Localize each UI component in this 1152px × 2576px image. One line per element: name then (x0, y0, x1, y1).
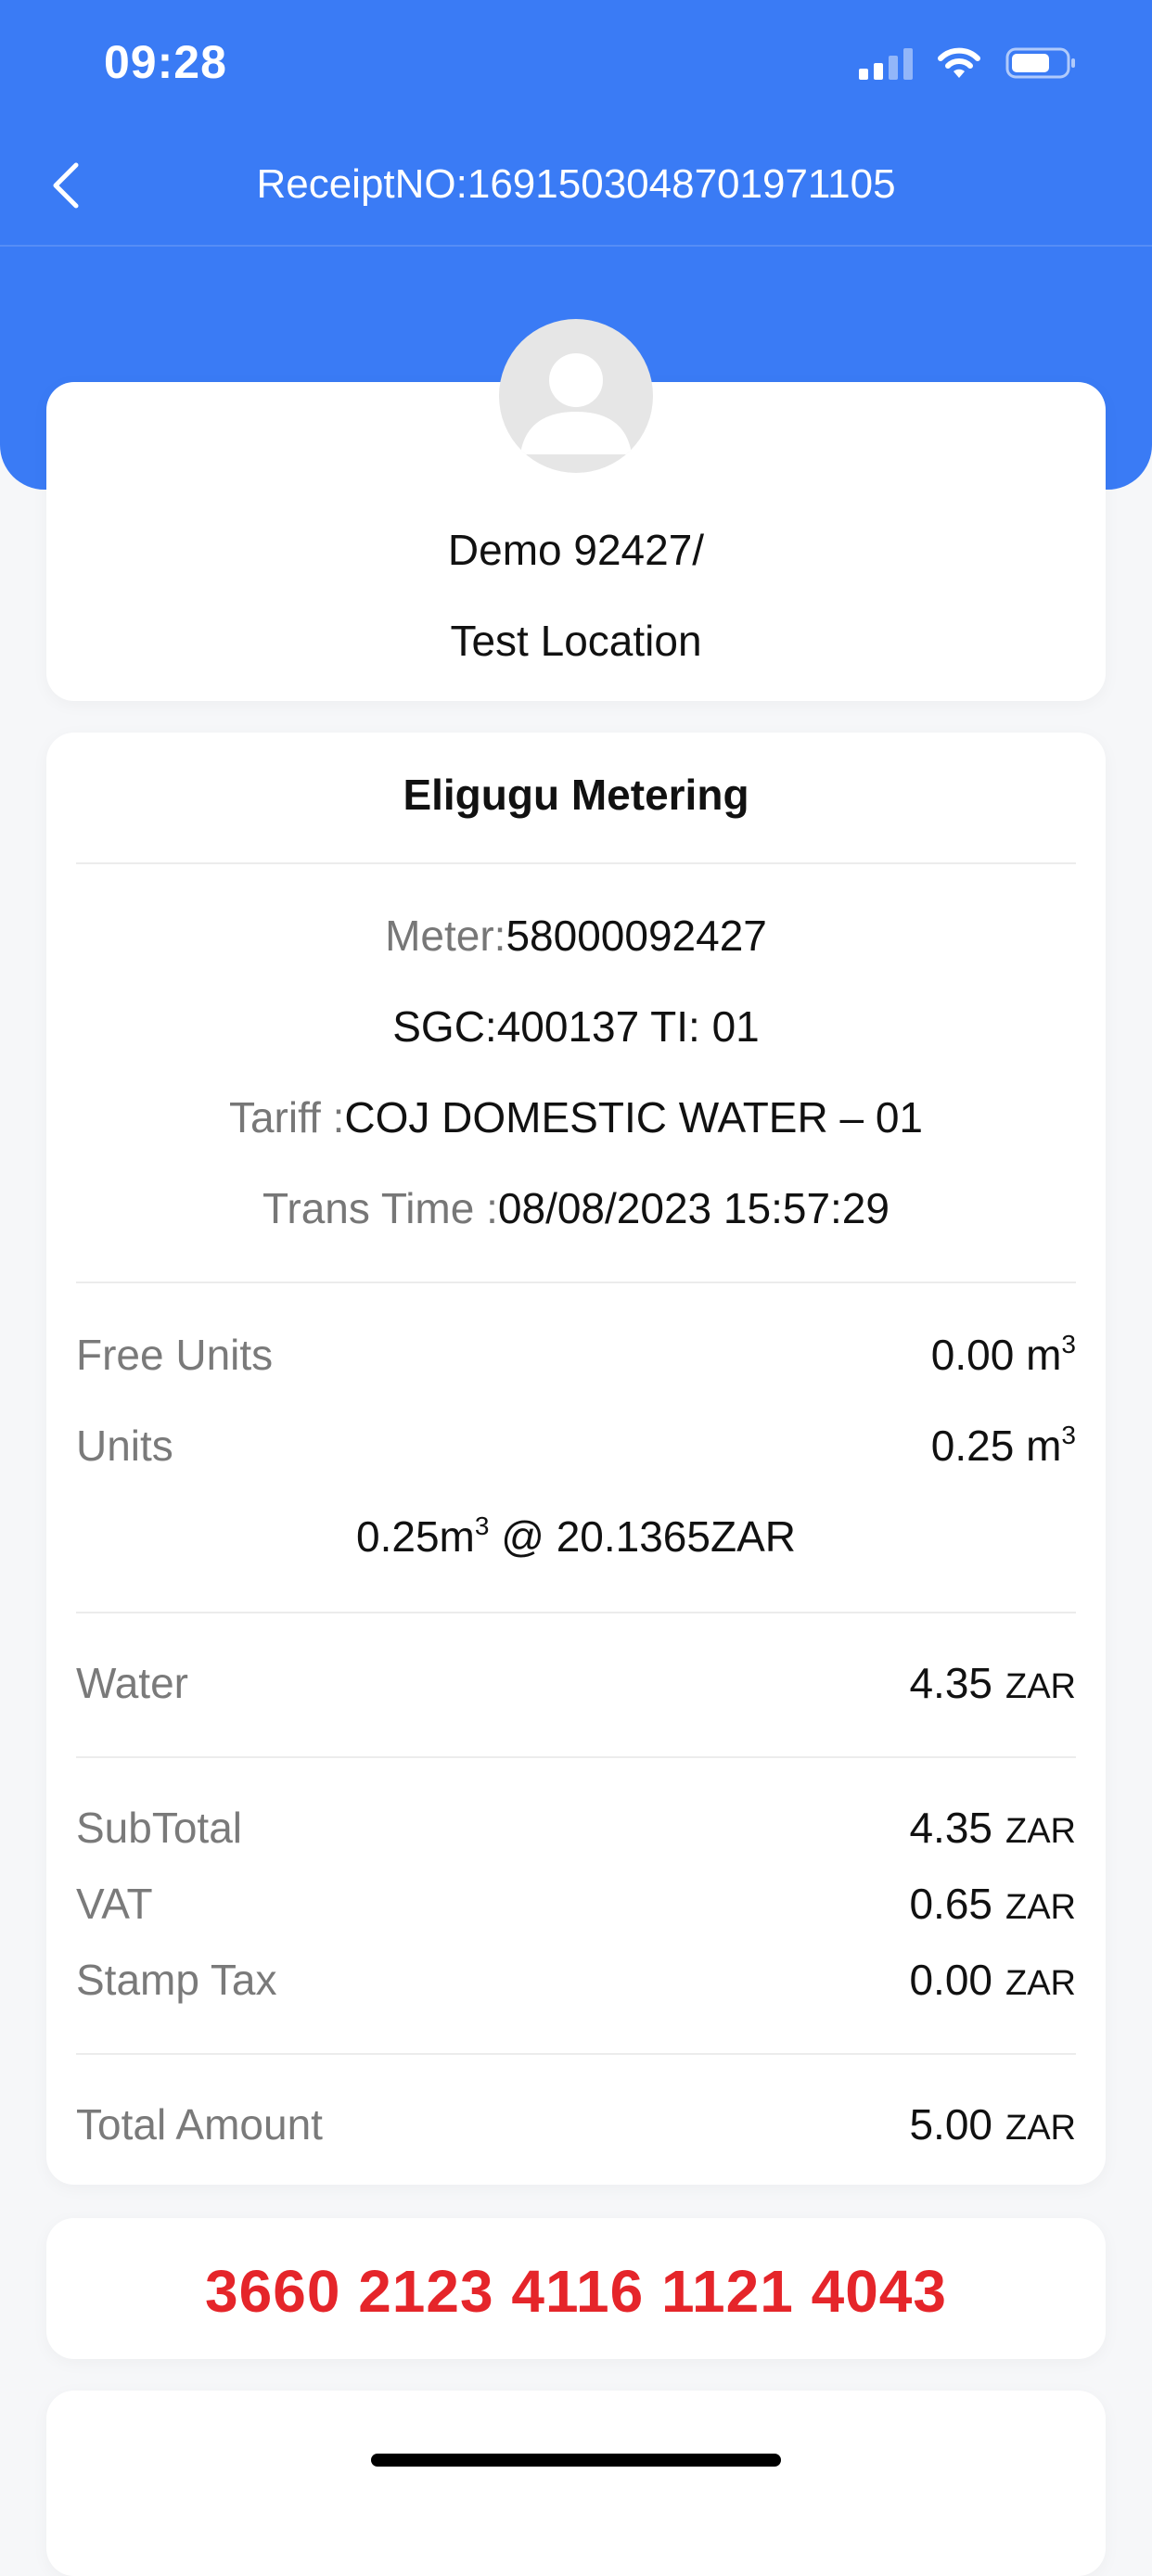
divider (76, 1612, 1076, 1613)
stamp-tax-value: 0.00 ZAR (909, 1956, 1076, 2004)
divider (76, 2053, 1076, 2055)
status-time: 09:28 (104, 36, 227, 88)
water-value: 4.35 ZAR (909, 1659, 1076, 1707)
units-row: Units 0.25 m3 (76, 1421, 1076, 1471)
receipt-card: Eligugu Metering Meter:58000092427 SGC:4… (46, 733, 1106, 2185)
token-number[interactable]: 3660 2123 4116 1121 4043 (46, 2257, 1106, 2326)
trans-time-label: Trans Time : (262, 1184, 498, 1232)
divider (76, 1756, 1076, 1758)
status-icons (859, 46, 1078, 80)
subtotal-value: 4.35 ZAR (909, 1804, 1076, 1852)
page-title: ReceiptNO:1691503048701971105 (256, 161, 896, 207)
free-units-value: 0.00 m3 (930, 1329, 1076, 1379)
next-card (46, 2391, 1106, 2576)
meter-value: 58000092427 (506, 912, 767, 960)
subtotal-label: SubTotal (76, 1804, 243, 1852)
divider (76, 862, 1076, 864)
rate-line: 0.25m3 @ 20.1365ZAR (356, 1511, 796, 1561)
status-bar: 09:28 (0, 0, 1152, 130)
sgc-line: SGC:400137 TI: 01 (392, 1002, 760, 1051)
tariff-value: COJ DOMESTIC WATER – 01 (344, 1093, 924, 1141)
stamp-tax-label: Stamp Tax (76, 1956, 277, 2004)
vat-row: VAT 0.65 ZAR (76, 1879, 1076, 1929)
token-card[interactable]: 3660 2123 4116 1121 4043 (46, 2218, 1106, 2359)
vat-value: 0.65 ZAR (909, 1880, 1076, 1928)
battery-icon (1005, 47, 1075, 79)
avatar-icon (499, 319, 653, 473)
total-label: Total Amount (76, 2100, 323, 2149)
free-units-label: Free Units (76, 1331, 274, 1379)
vat-label: VAT (76, 1880, 153, 1928)
navigation-bar: ReceiptNO:1691503048701971105 (0, 130, 1152, 247)
trans-time-line: Trans Time :08/08/2023 15:57:29 (46, 1183, 1106, 1233)
company-name: Eligugu Metering (403, 771, 749, 819)
units-label: Units (76, 1422, 173, 1470)
meter-label: Meter: (385, 912, 506, 960)
stamp-tax-row: Stamp Tax 0.00 ZAR (76, 1955, 1076, 2005)
tariff-line: Tariff :COJ DOMESTIC WATER – 01 (46, 1092, 1106, 1142)
total-row: Total Amount 5.00 ZAR (76, 2099, 1076, 2149)
water-label: Water (76, 1659, 188, 1707)
signal-icon (859, 48, 913, 80)
trans-time-value: 08/08/2023 15:57:29 (497, 1184, 890, 1232)
free-units-row: Free Units 0.00 m3 (76, 1330, 1076, 1380)
water-row: Water 4.35 ZAR (76, 1658, 1076, 1708)
customer-location: Test Location (450, 617, 702, 665)
home-indicator[interactable] (371, 2454, 781, 2467)
tariff-label: Tariff : (228, 1093, 345, 1141)
total-value: 5.00 ZAR (909, 2100, 1076, 2149)
meter-line: Meter:58000092427 (46, 911, 1106, 961)
subtotal-row: SubTotal 4.35 ZAR (76, 1803, 1076, 1853)
wifi-icon (938, 47, 980, 78)
divider (76, 1282, 1076, 1283)
units-value: 0.25 m3 (930, 1420, 1076, 1470)
customer-name: Demo 92427/ (447, 526, 705, 574)
